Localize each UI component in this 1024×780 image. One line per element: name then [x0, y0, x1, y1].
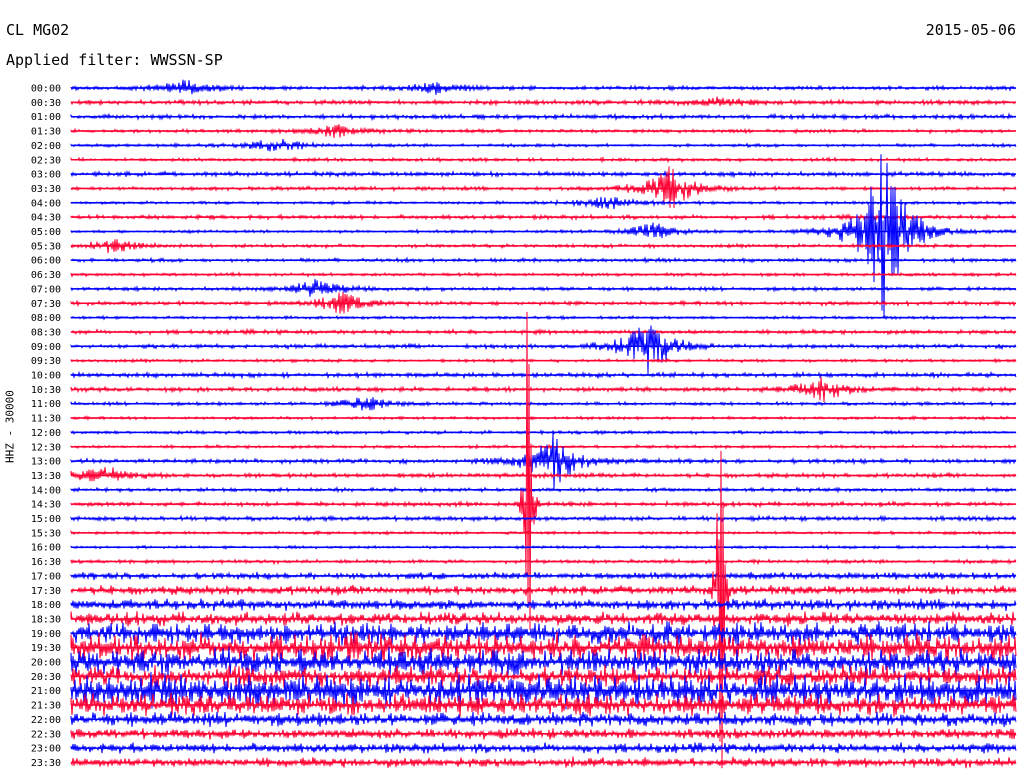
trace-row-red — [70, 96, 1017, 107]
tick-label: 14:00 — [31, 485, 61, 496]
tick-label: 04:00 — [31, 198, 61, 209]
tick-label: 12:00 — [31, 428, 61, 439]
trace-row-red — [70, 467, 1017, 482]
tick-label: 07:30 — [31, 299, 61, 310]
tick-label: 01:30 — [31, 127, 61, 138]
tick-label: 11:30 — [31, 414, 61, 425]
tick-label: 16:30 — [31, 557, 61, 568]
trace-row-blue — [70, 154, 1017, 318]
tick-label: 04:30 — [31, 213, 61, 224]
time-tick-labels: 00:00 00:30 01:00 01:30 02:00 02:30 03:00 03:30… — [31, 84, 61, 769]
tick-label: 02:00 — [31, 141, 61, 152]
tick-label: 15:00 — [31, 514, 61, 525]
tick-label: 22:00 — [31, 715, 61, 726]
tick-label: 10:00 — [31, 371, 61, 382]
tick-label: 09:30 — [31, 356, 61, 367]
tick-label: 20:00 — [31, 658, 61, 669]
tick-label: 19:00 — [31, 629, 61, 640]
tick-label: 07:00 — [31, 284, 61, 295]
tick-label: 21:30 — [31, 701, 61, 712]
tick-label: 15:30 — [31, 528, 61, 539]
tick-label: 18:30 — [31, 614, 61, 625]
tick-label: 13:00 — [31, 457, 61, 468]
tick-label: 01:00 — [31, 112, 61, 123]
trace-rows — [70, 79, 1017, 769]
tick-label: 10:30 — [31, 385, 61, 396]
trace-row-red — [70, 311, 1017, 630]
tick-label: 06:00 — [31, 256, 61, 267]
tick-label: 23:00 — [31, 744, 61, 755]
tick-label: 20:30 — [31, 672, 61, 683]
tick-label: 03:00 — [31, 170, 61, 181]
tick-label: 16:00 — [31, 543, 61, 554]
tick-label: 06:30 — [31, 270, 61, 281]
tick-label: 12:30 — [31, 442, 61, 453]
tick-label: 08:30 — [31, 327, 61, 338]
tick-label: 00:00 — [31, 84, 61, 95]
tick-label: 22:30 — [31, 729, 61, 740]
tick-label: 09:00 — [31, 342, 61, 353]
tick-label: 23:30 — [31, 758, 61, 769]
tick-label: 17:30 — [31, 586, 61, 597]
tick-label: 14:30 — [31, 500, 61, 511]
tick-label: 05:30 — [31, 241, 61, 252]
tick-label: 00:30 — [31, 98, 61, 109]
tick-label: 21:00 — [31, 686, 61, 697]
tick-label: 08:00 — [31, 313, 61, 324]
tick-label: 02:30 — [31, 155, 61, 166]
helicorder-plot: 00:00 00:30 01:00 01:30 02:00 02:30 03:00 03:30… — [31, 79, 1017, 769]
tick-label: 05:00 — [31, 227, 61, 238]
tick-label: 13:30 — [31, 471, 61, 482]
tick-label: 03:30 — [31, 184, 61, 195]
tick-label: 19:30 — [31, 643, 61, 654]
tick-label: 17:00 — [31, 571, 61, 582]
tick-label: 18:00 — [31, 600, 61, 611]
tick-label: 11:00 — [31, 399, 61, 410]
